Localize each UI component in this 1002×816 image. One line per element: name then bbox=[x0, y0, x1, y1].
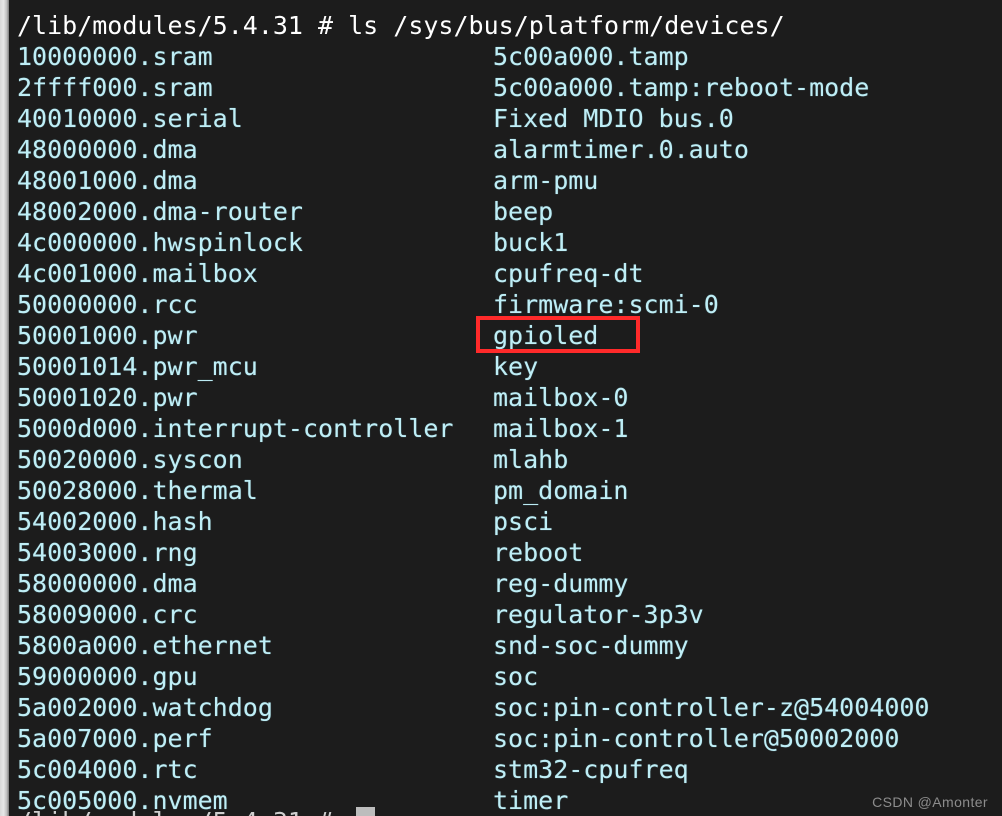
listing-row: 40010000.serial Fixed MDIO bus.0 bbox=[17, 103, 992, 134]
device-name-col1: 50000000.rcc bbox=[17, 290, 198, 319]
device-name-col2: arm-pmu bbox=[493, 166, 599, 195]
device-name-col2: cpufreq-dt bbox=[493, 259, 644, 288]
device-name-col1: 50001014.pwr_mcu bbox=[17, 352, 258, 381]
device-name-col1: 5a007000.perf bbox=[17, 724, 213, 753]
device-listing: 10000000.sram 5c00a000.tamp 2ffff000.sram 5… bbox=[17, 41, 992, 816]
device-name-col2: mailbox-0 bbox=[493, 383, 629, 412]
terminal-cursor bbox=[356, 807, 375, 816]
device-name-col2: reboot bbox=[493, 538, 584, 567]
listing-row: 5a007000.perf soc:pin-controller@50002000 bbox=[17, 723, 992, 754]
device-name-col2: gpioled bbox=[493, 321, 599, 350]
listing-row: 48001000.dma arm-pmu bbox=[17, 165, 992, 196]
listing-row: 50028000.thermal pm_domain bbox=[17, 475, 992, 506]
device-name-col2: mlahb bbox=[493, 445, 569, 474]
listing-row: 48002000.dma-router beep bbox=[17, 196, 992, 227]
device-name-col1: 48002000.dma-router bbox=[17, 197, 303, 226]
listing-row: 4c000000.hwspinlock buck1 bbox=[17, 227, 992, 258]
listing-row: 50020000.syscon mlahb bbox=[17, 444, 992, 475]
listing-row: 59000000.gpu soc bbox=[17, 661, 992, 692]
device-name-col1: 50028000.thermal bbox=[17, 476, 258, 505]
listing-row: 58009000.crc regulator-3p3v bbox=[17, 599, 992, 630]
device-name-col1: 5000d000.interrupt-controller bbox=[17, 414, 454, 443]
listing-row: 54002000.hash psci bbox=[17, 506, 992, 537]
device-name-col1: 5a002000.watchdog bbox=[17, 693, 273, 722]
shell-prompt-command: /lib/modules/5.4.31 # ls /sys/bus/platfo… bbox=[17, 11, 785, 40]
device-name-col1: 2ffff000.sram bbox=[17, 73, 213, 102]
csdn-watermark: CSDN @Amonter bbox=[872, 794, 988, 810]
device-name-col1: 54002000.hash bbox=[17, 507, 213, 536]
device-name-col1: 50020000.syscon bbox=[17, 445, 243, 474]
device-name-col1: 50001020.pwr bbox=[17, 383, 198, 412]
listing-row: 48000000.dma alarmtimer.0.auto bbox=[17, 134, 992, 165]
device-name-col2: pm_domain bbox=[493, 476, 629, 505]
listing-row: 50001000.pwr gpioled bbox=[17, 320, 992, 351]
device-name-col2: 5c00a000.tamp:reboot-mode bbox=[493, 73, 870, 102]
device-name-col1: 48000000.dma bbox=[17, 135, 198, 164]
device-name-col1: 4c001000.mailbox bbox=[17, 259, 258, 288]
device-name-col1: 4c000000.hwspinlock bbox=[17, 228, 303, 257]
device-name-col2: soc:pin-controller@50002000 bbox=[493, 724, 900, 753]
device-name-col1: 58000000.dma bbox=[17, 569, 198, 598]
device-name-col1: 48001000.dma bbox=[17, 166, 198, 195]
device-name-col2: alarmtimer.0.auto bbox=[493, 135, 749, 164]
listing-row: 4c001000.mailbox cpufreq-dt bbox=[17, 258, 992, 289]
listing-row: 50001014.pwr_mcu key bbox=[17, 351, 992, 382]
listing-row: 10000000.sram 5c00a000.tamp bbox=[17, 41, 992, 72]
device-name-col2: snd-soc-dummy bbox=[493, 631, 689, 660]
device-name-col2: stm32-cpufreq bbox=[493, 755, 689, 784]
listing-row: 5c004000.rtc stm32-cpufreq bbox=[17, 754, 992, 785]
window-scrollbar[interactable] bbox=[0, 0, 9, 816]
listing-row: 58000000.dma reg-dummy bbox=[17, 568, 992, 599]
device-name-col1: 10000000.sram bbox=[17, 42, 213, 71]
listing-row: 5000d000.interrupt-controller mailbox-1 bbox=[17, 413, 992, 444]
device-name-col2: key bbox=[493, 352, 539, 381]
terminal-screenshot: max77686-clk stm32-display-dsi /lib/modu… bbox=[0, 0, 1002, 816]
device-name-col1: 5800a000.ethernet bbox=[17, 631, 273, 660]
device-name-col2: psci bbox=[493, 507, 554, 536]
device-name-col1: 59000000.gpu bbox=[17, 662, 198, 691]
device-name-col1: 5c004000.rtc bbox=[17, 755, 198, 784]
device-name-col2: regulator-3p3v bbox=[493, 600, 704, 629]
device-name-col2: reg-dummy bbox=[493, 569, 629, 598]
device-name-col1: 40010000.serial bbox=[17, 104, 243, 133]
device-name-col2: Fixed MDIO bus.0 bbox=[493, 104, 734, 133]
clipped-next-prompt-line: /lib/modules/5.4.31 # bbox=[17, 806, 992, 816]
device-name-col2: firmware:scmi-0 bbox=[493, 290, 719, 319]
device-name-col2: buck1 bbox=[493, 228, 569, 257]
device-name-col2: 5c00a000.tamp bbox=[493, 42, 689, 71]
device-name-col1: 50001000.pwr bbox=[17, 321, 198, 350]
device-name-col2: beep bbox=[493, 197, 554, 226]
listing-row: 2ffff000.sram 5c00a000.tamp:reboot-mode bbox=[17, 72, 992, 103]
device-name-col2: mailbox-1 bbox=[493, 414, 629, 443]
device-name-col1: 54003000.rng bbox=[17, 538, 198, 567]
device-name-col2: soc bbox=[493, 662, 539, 691]
listing-row: 5a002000.watchdog soc:pin-controller-z@54… bbox=[17, 692, 992, 723]
listing-row: 54003000.rng reboot bbox=[17, 537, 992, 568]
listing-row: 50000000.rcc firmware:scmi-0 bbox=[17, 289, 992, 320]
device-name-col2: soc:pin-controller-z@54004000 bbox=[493, 693, 930, 722]
device-name-col1: 58009000.crc bbox=[17, 600, 198, 629]
listing-row: 5800a000.ethernet snd-soc-dummy bbox=[17, 630, 992, 661]
listing-row: 50001020.pwr mailbox-0 bbox=[17, 382, 992, 413]
